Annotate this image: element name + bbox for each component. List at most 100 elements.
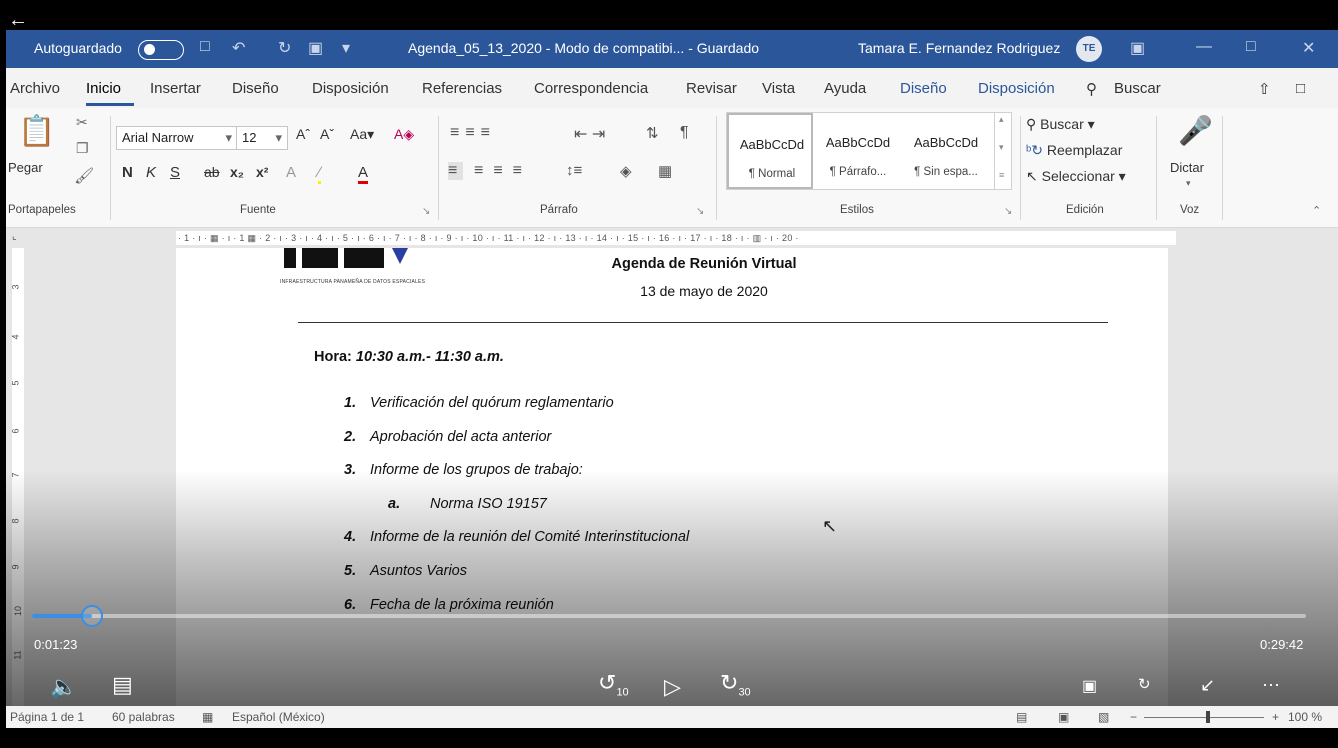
share-icon[interactable]: ⇧ xyxy=(1258,80,1271,98)
chevron-up-icon[interactable]: ▴ xyxy=(999,114,1004,125)
italic-icon[interactable]: K xyxy=(146,164,156,181)
styles-gallery-scroll[interactable]: ▴ ▾ ≡ xyxy=(994,112,1012,190)
dictate-label[interactable]: Dictar xyxy=(1170,160,1204,175)
copy-icon[interactable]: ❐ xyxy=(76,140,89,157)
paste-icon[interactable]: 📋 xyxy=(18,114,55,149)
zoom-in-icon[interactable]: + xyxy=(1272,710,1279,724)
more-options-icon[interactable]: ⋯ xyxy=(1262,674,1280,696)
word-count[interactable]: 60 palabras xyxy=(112,710,175,724)
minimize-icon[interactable]: — xyxy=(1196,38,1212,56)
select-button[interactable]: ↖ Seleccionar ▾ xyxy=(1026,168,1126,185)
font-size-select[interactable]: 12 ▾ xyxy=(236,126,288,150)
exit-fullscreen-icon[interactable]: ↙ xyxy=(1200,674,1215,696)
text-effects-icon[interactable]: A xyxy=(286,164,296,181)
document-page[interactable]: INFRAESTRUCTURA PANAMEÑA DE DATOS ESPACI… xyxy=(176,248,1168,706)
paste-label[interactable]: Pegar xyxy=(8,160,43,175)
cut-icon[interactable]: ✂ xyxy=(76,114,88,131)
bold-icon[interactable]: N xyxy=(122,164,133,181)
zoom-slider-handle[interactable] xyxy=(1206,711,1210,723)
more-styles-icon[interactable]: ≡ xyxy=(999,170,1004,180)
zoom-level[interactable]: 100 % xyxy=(1288,710,1322,724)
style-no-spacing[interactable]: AaBbCcDd ¶ Sin espa... xyxy=(903,113,989,189)
borders-icon[interactable]: ▦ xyxy=(658,162,672,180)
proofing-icon[interactable]: ▦ xyxy=(202,710,213,724)
format-painter-icon[interactable]: 🖌 xyxy=(74,166,94,186)
paragraph-dialog-launcher-icon[interactable]: ↘ xyxy=(696,206,704,217)
chevron-down-icon[interactable]: ▾ xyxy=(999,142,1004,153)
seek-handle[interactable] xyxy=(80,605,103,627)
align-left-icon[interactable]: ≡ xyxy=(448,162,464,180)
tab-correspondencia[interactable]: Correspondencia xyxy=(534,80,648,97)
shading-icon[interactable]: ◈ xyxy=(620,162,632,180)
search-icon[interactable]: ⚲ xyxy=(1086,80,1097,98)
subscript-icon[interactable]: x₂ xyxy=(230,164,244,180)
save-icon[interactable]: □ xyxy=(200,38,210,56)
font-color-icon[interactable]: A xyxy=(358,164,369,184)
line-spacing-icon[interactable]: ↕≡ xyxy=(566,162,582,179)
view-360-icon[interactable]: ↻ xyxy=(1138,674,1151,696)
zoom-out-icon[interactable]: − xyxy=(1130,710,1137,724)
microphone-icon[interactable]: 🎤 xyxy=(1178,114,1213,147)
indent-buttons-icon[interactable]: ⇤ ⇥ xyxy=(574,124,605,144)
seek-bar[interactable] xyxy=(32,614,1306,618)
vertical-ruler[interactable]: 3 4 5 6 7 8 9 10 11 xyxy=(6,248,28,706)
clear-format-icon[interactable]: A◈ xyxy=(394,126,414,143)
captions-icon[interactable]: ▤ xyxy=(112,674,133,696)
align-buttons-icon[interactable]: ≡≡≡ xyxy=(474,162,532,180)
print-layout-icon[interactable]: ▣ xyxy=(1058,710,1069,724)
search-label[interactable]: Buscar xyxy=(1114,80,1161,97)
mini-view-icon[interactable]: ▣ xyxy=(1082,676,1097,698)
volume-icon[interactable]: 🔈 xyxy=(50,676,77,698)
language[interactable]: Español (México) xyxy=(232,710,325,724)
comments-icon[interactable]: □ xyxy=(1296,80,1305,97)
tab-insertar[interactable]: Insertar xyxy=(150,80,201,97)
play-icon[interactable]: ▷ xyxy=(664,676,681,698)
shrink-font-icon[interactable]: Aˇ xyxy=(320,126,334,142)
font-name-select[interactable]: Arial Narrow ▾ xyxy=(116,126,238,150)
tab-referencias[interactable]: Referencias xyxy=(422,80,502,97)
touch-mode-icon[interactable]: ▣ xyxy=(308,38,323,58)
styles-dialog-launcher-icon[interactable]: ↘ xyxy=(1004,206,1012,217)
tab-vista[interactable]: Vista xyxy=(762,80,795,97)
customize-toolbar-icon[interactable]: ▾ xyxy=(342,38,350,58)
find-button[interactable]: ⚲ Buscar ▾ xyxy=(1026,116,1095,133)
tab-diseno[interactable]: Diseño xyxy=(232,80,279,97)
autosave-toggle[interactable] xyxy=(138,40,184,60)
tab-ayuda[interactable]: Ayuda xyxy=(824,80,866,97)
tab-inicio[interactable]: Inicio xyxy=(86,80,121,97)
page-count[interactable]: Página 1 de 1 xyxy=(10,710,84,724)
web-layout-icon[interactable]: ▧ xyxy=(1098,710,1109,724)
grow-font-icon[interactable]: Aˆ xyxy=(296,126,310,142)
user-avatar[interactable]: TE xyxy=(1076,36,1102,62)
strikethrough-icon[interactable]: ab xyxy=(204,164,220,180)
pilcrow-icon[interactable]: ¶ xyxy=(680,124,689,142)
tab-selector-icon[interactable]: ⌞ xyxy=(12,231,17,242)
tab-revisar[interactable]: Revisar xyxy=(686,80,737,97)
tab-disposicion[interactable]: Disposición xyxy=(312,80,389,97)
highlight-icon[interactable]: ∕ xyxy=(318,164,321,184)
ribbon-display-icon[interactable]: ▣ xyxy=(1130,38,1145,58)
document-area[interactable]: INFRAESTRUCTURA PANAMEÑA DE DATOS ESPACI… xyxy=(28,248,1338,706)
list-buttons-icon[interactable]: ≡≡≡ xyxy=(450,124,496,142)
horizontal-ruler[interactable]: ⌞ · 1 · ı · ▦ · ı · 1 ▦ · 2 · ı · 3 · ı … xyxy=(6,228,1338,248)
change-case-icon[interactable]: Aa▾ xyxy=(350,126,374,143)
zoom-slider[interactable] xyxy=(1144,717,1264,718)
skip-back-button[interactable]: ↺10 xyxy=(598,671,629,703)
tab-table-diseno[interactable]: Diseño xyxy=(900,80,947,97)
close-icon[interactable]: ✕ xyxy=(1302,38,1315,58)
chevron-down-icon[interactable]: ▾ xyxy=(1186,178,1191,189)
font-dialog-launcher-icon[interactable]: ↘ xyxy=(422,206,430,217)
user-name[interactable]: Tamara E. Fernandez Rodriguez xyxy=(858,40,1060,56)
sort-icon[interactable]: ⇅ xyxy=(646,124,659,142)
undo-icon[interactable]: ↶ xyxy=(232,38,245,58)
tab-archivo[interactable]: Archivo xyxy=(10,80,60,97)
style-normal[interactable]: AaBbCcDd ¶ Normal xyxy=(727,113,813,189)
tab-table-disposicion[interactable]: Disposición xyxy=(978,80,1055,97)
underline-icon[interactable]: S xyxy=(170,164,180,181)
maximize-icon[interactable]: □ xyxy=(1246,38,1256,56)
skip-forward-button[interactable]: ↻30 xyxy=(720,671,751,703)
style-paragraph[interactable]: AaBbCcDd ¶ Párrafo... xyxy=(815,113,901,189)
replace-button[interactable]: ᵇ↻ Reemplazar xyxy=(1026,142,1122,159)
read-mode-icon[interactable]: ▤ xyxy=(1016,710,1027,724)
collapse-ribbon-icon[interactable]: ⌃ xyxy=(1312,204,1321,217)
